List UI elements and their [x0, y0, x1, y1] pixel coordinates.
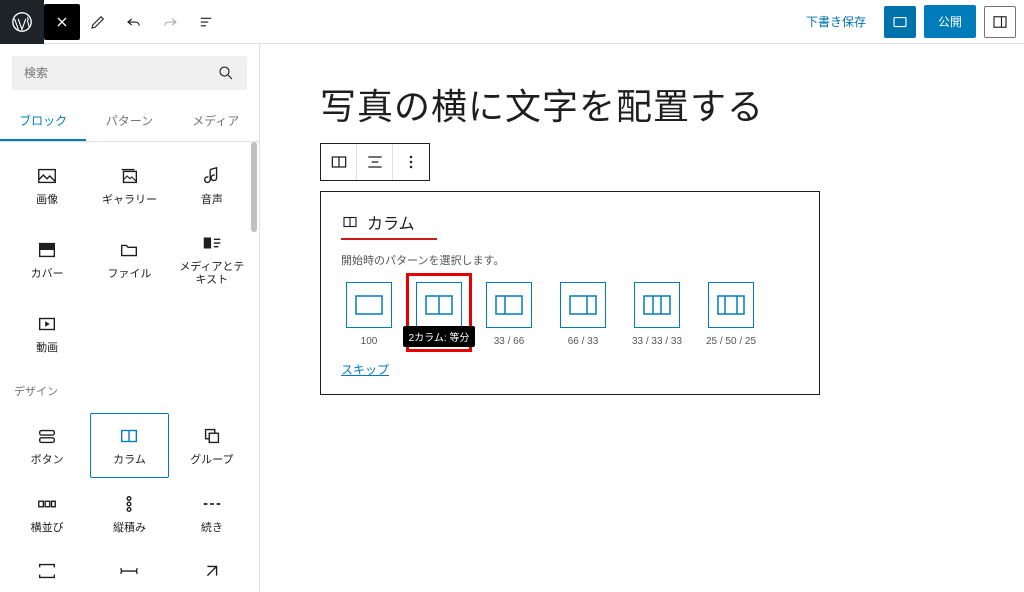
skip-link[interactable]: スキップ: [341, 361, 389, 378]
tab-media[interactable]: メディア: [173, 102, 259, 141]
block-gallery[interactable]: ギャラリー: [90, 154, 168, 217]
pattern-66-33[interactable]: 66 / 33: [555, 282, 611, 347]
block-row[interactable]: 横並び: [8, 482, 86, 545]
block-image[interactable]: 画像: [8, 154, 86, 217]
publish-button[interactable]: 公開: [924, 5, 976, 38]
pattern-tooltip: 2カラム: 等分: [403, 326, 476, 347]
video-icon: [36, 312, 58, 336]
pattern-33-66[interactable]: 33 / 66: [481, 282, 537, 347]
block-toolbar: [320, 143, 430, 181]
toolbar-align[interactable]: [357, 144, 393, 180]
block-file[interactable]: ファイル: [90, 221, 168, 297]
file-icon: [118, 238, 140, 262]
media-text-icon: [201, 231, 223, 255]
block-page-break[interactable]: [8, 549, 86, 592]
scrollbar[interactable]: [251, 142, 257, 232]
search-box[interactable]: [12, 56, 247, 90]
top-toolbar: 下書き保存 公開: [0, 0, 1024, 44]
gallery-icon: [118, 164, 140, 188]
settings-panel-toggle[interactable]: [984, 6, 1016, 38]
stack-icon: [118, 492, 140, 516]
pattern-50-50[interactable]: 2カラム: 等分: [411, 278, 467, 347]
columns-block-header: カラム: [341, 210, 437, 240]
block-stack[interactable]: 縦積み: [90, 482, 168, 545]
toggle-inserter-button[interactable]: [44, 4, 80, 40]
tab-patterns[interactable]: パターン: [86, 102, 172, 141]
cover-icon: [36, 238, 58, 262]
columns-block-title: カラム: [367, 210, 415, 234]
columns-icon: [341, 213, 359, 231]
pattern-25-50-25[interactable]: 25 / 50 / 25: [703, 282, 759, 347]
separator-icon: [118, 559, 140, 583]
block-media-text[interactable]: メディアとテキスト: [173, 221, 251, 297]
page-break-icon: [36, 559, 58, 583]
editor-canvas: 写真の横に文字を配置する カラム 開始: [260, 44, 1024, 592]
block-inserter-panel: ブロック パターン メディア 画像 ギャラリー: [0, 44, 260, 592]
toolbar-block-type[interactable]: [321, 144, 357, 180]
columns-block-desc: 開始時のパターンを選択します。: [341, 252, 799, 268]
search-icon: [217, 64, 235, 82]
redo-button[interactable]: [152, 4, 188, 40]
tab-blocks[interactable]: ブロック: [0, 102, 86, 141]
document-overview-button[interactable]: [188, 4, 224, 40]
block-audio[interactable]: 音声: [173, 154, 251, 217]
block-spacer[interactable]: [173, 549, 251, 592]
image-icon: [36, 164, 58, 188]
block-video[interactable]: 動画: [8, 302, 86, 365]
block-more[interactable]: 続き: [173, 482, 251, 545]
columns-block-placeholder: カラム 開始時のパターンを選択します。 100 2カラム: 等分 33 / 66: [320, 191, 820, 395]
pattern-100[interactable]: 100: [341, 282, 397, 347]
spacer-icon: [201, 559, 223, 583]
post-title[interactable]: 写真の横に文字を配置する: [320, 84, 964, 131]
more-icon: [201, 492, 223, 516]
block-cover[interactable]: カバー: [8, 221, 86, 297]
search-input[interactable]: [24, 66, 217, 80]
save-draft-button[interactable]: 下書き保存: [796, 7, 876, 36]
block-group[interactable]: グループ: [173, 413, 251, 478]
block-buttons[interactable]: ボタン: [8, 413, 86, 478]
toolbar-options[interactable]: [393, 144, 429, 180]
buttons-icon: [36, 424, 58, 448]
wordpress-logo[interactable]: [0, 0, 44, 44]
block-separator[interactable]: [90, 549, 168, 592]
section-design-label: デザイン: [0, 373, 259, 401]
preview-button[interactable]: [884, 6, 916, 38]
inserter-tabs: ブロック パターン メディア: [0, 102, 259, 142]
undo-button[interactable]: [116, 4, 152, 40]
pattern-33-33-33[interactable]: 33 / 33 / 33: [629, 282, 685, 347]
audio-icon: [201, 164, 223, 188]
columns-icon: [118, 424, 140, 448]
edit-mode-button[interactable]: [80, 4, 116, 40]
row-icon: [36, 492, 58, 516]
block-columns[interactable]: カラム: [90, 413, 168, 478]
group-icon: [201, 424, 223, 448]
